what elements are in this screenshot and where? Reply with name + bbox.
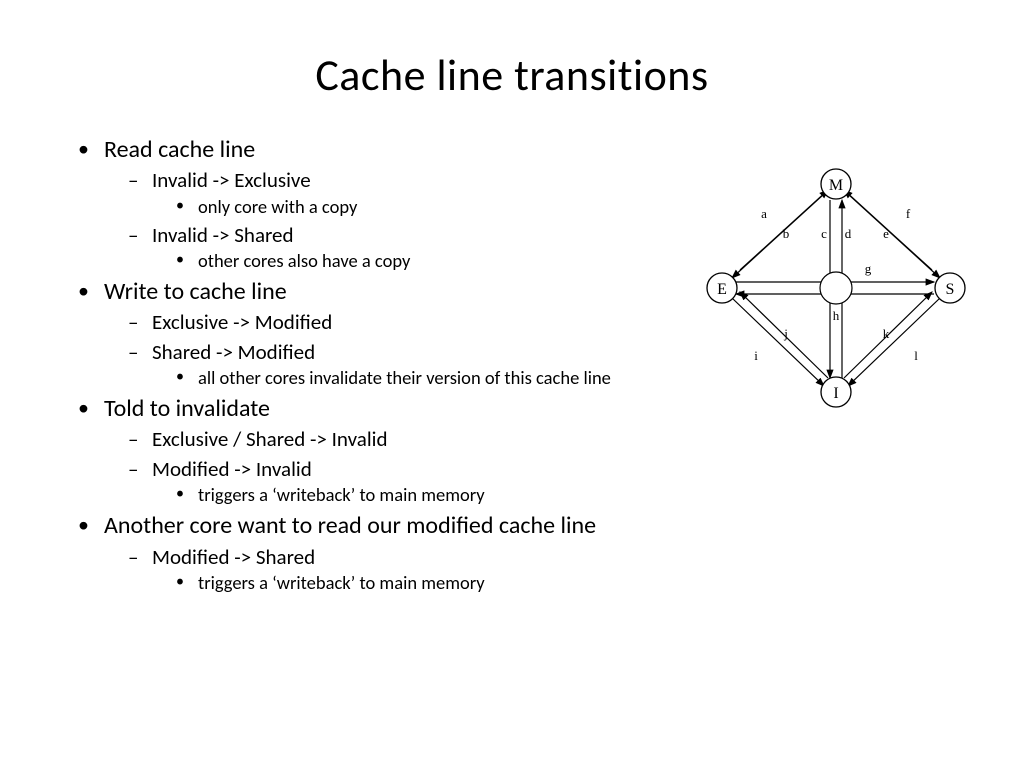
node-m: M	[829, 177, 843, 194]
bullet-text: only core with a copy	[198, 195, 357, 218]
bullet-text: other cores also have a copy	[198, 249, 410, 272]
edge-label: l	[914, 348, 918, 363]
edge-label: k	[883, 326, 890, 341]
state-diagram: M E S I a b c d e f g h i j k l	[686, 160, 986, 420]
bullet-text: triggers a ‘writeback’ to main memory	[198, 571, 485, 594]
list-item: Modified -> Shared triggers a ‘writeback…	[128, 543, 1004, 596]
node-e: E	[717, 281, 727, 298]
bullet-text: Write to cache line	[104, 277, 287, 306]
bullet-text: Invalid -> Exclusive	[152, 167, 311, 193]
edge-label: h	[833, 308, 840, 323]
list-item: triggers a ‘writeback’ to main memory	[176, 571, 1004, 596]
slide-title: Cache line transitions	[0, 0, 1024, 134]
edge-label: b	[783, 226, 790, 241]
bullet-text: Told to invalidate	[104, 394, 270, 423]
edge-label: g	[865, 261, 872, 276]
bullet-text: all other cores invalidate their version…	[198, 366, 611, 389]
edge-label: j	[783, 326, 788, 341]
list-item: Modified -> Invalid triggers a ‘writebac…	[128, 455, 1004, 508]
list-item: Another core want to read our modified c…	[78, 510, 1004, 596]
edge-label: d	[845, 226, 852, 241]
bullet-text: triggers a ‘writeback’ to main memory	[198, 483, 485, 506]
edge-label: a	[761, 206, 767, 221]
list-item: triggers a ‘writeback’ to main memory	[176, 483, 1004, 508]
node-i: I	[833, 385, 838, 402]
edge-label: e	[883, 226, 889, 241]
list-item: Exclusive / Shared -> Invalid	[128, 425, 1004, 453]
bullet-text: Read cache line	[104, 135, 255, 164]
bullet-text: Another core want to read our modified c…	[104, 511, 596, 540]
bullet-text: Exclusive -> Modified	[152, 309, 332, 335]
node-s: S	[946, 281, 955, 298]
edge-label: i	[754, 348, 758, 363]
bullet-text: Invalid -> Shared	[152, 222, 294, 248]
edge-label: f	[906, 206, 911, 221]
bullet-text: Exclusive / Shared -> Invalid	[152, 426, 388, 452]
bullet-text: Modified -> Shared	[152, 544, 315, 570]
bullet-text: Shared -> Modified	[152, 339, 315, 365]
bullet-text: Modified -> Invalid	[152, 456, 312, 482]
edge-label: c	[821, 226, 827, 241]
